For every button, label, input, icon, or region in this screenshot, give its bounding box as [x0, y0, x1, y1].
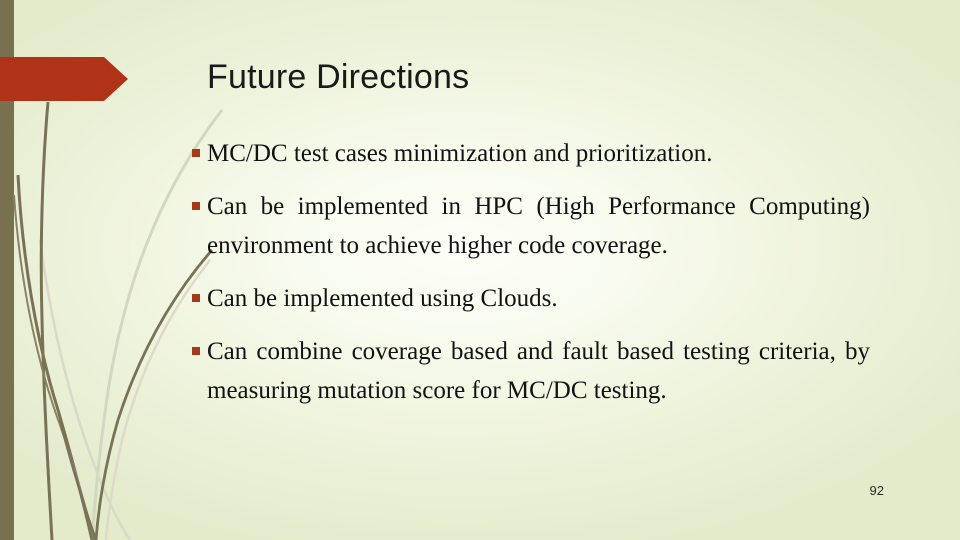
presentation-slide: Future Directions MC/DC test cases minim… [0, 0, 960, 540]
list-item: MC/DC test cases minimization and priori… [190, 134, 870, 173]
slide-title: Future Directions [207, 58, 470, 96]
bullet-list: MC/DC test cases minimization and priori… [190, 134, 870, 410]
list-item-text: Can be implemented in HPC (High Performa… [207, 193, 870, 259]
list-item-text: Can be implemented using Clouds. [207, 285, 558, 312]
bullet-square-icon [192, 202, 200, 210]
page-number: 92 [869, 483, 884, 498]
list-item-text: MC/DC test cases minimization and priori… [207, 140, 713, 167]
list-item: Can be implemented in HPC (High Performa… [190, 187, 870, 265]
list-item-text: Can combine coverage based and fault bas… [207, 338, 870, 404]
list-item: Can be implemented using Clouds. [190, 279, 870, 318]
list-item: Can combine coverage based and fault bas… [190, 332, 870, 410]
bullet-square-icon [192, 149, 200, 157]
bullet-square-icon [192, 294, 200, 302]
red-arrow-banner [0, 57, 128, 101]
bullet-square-icon [192, 347, 200, 355]
